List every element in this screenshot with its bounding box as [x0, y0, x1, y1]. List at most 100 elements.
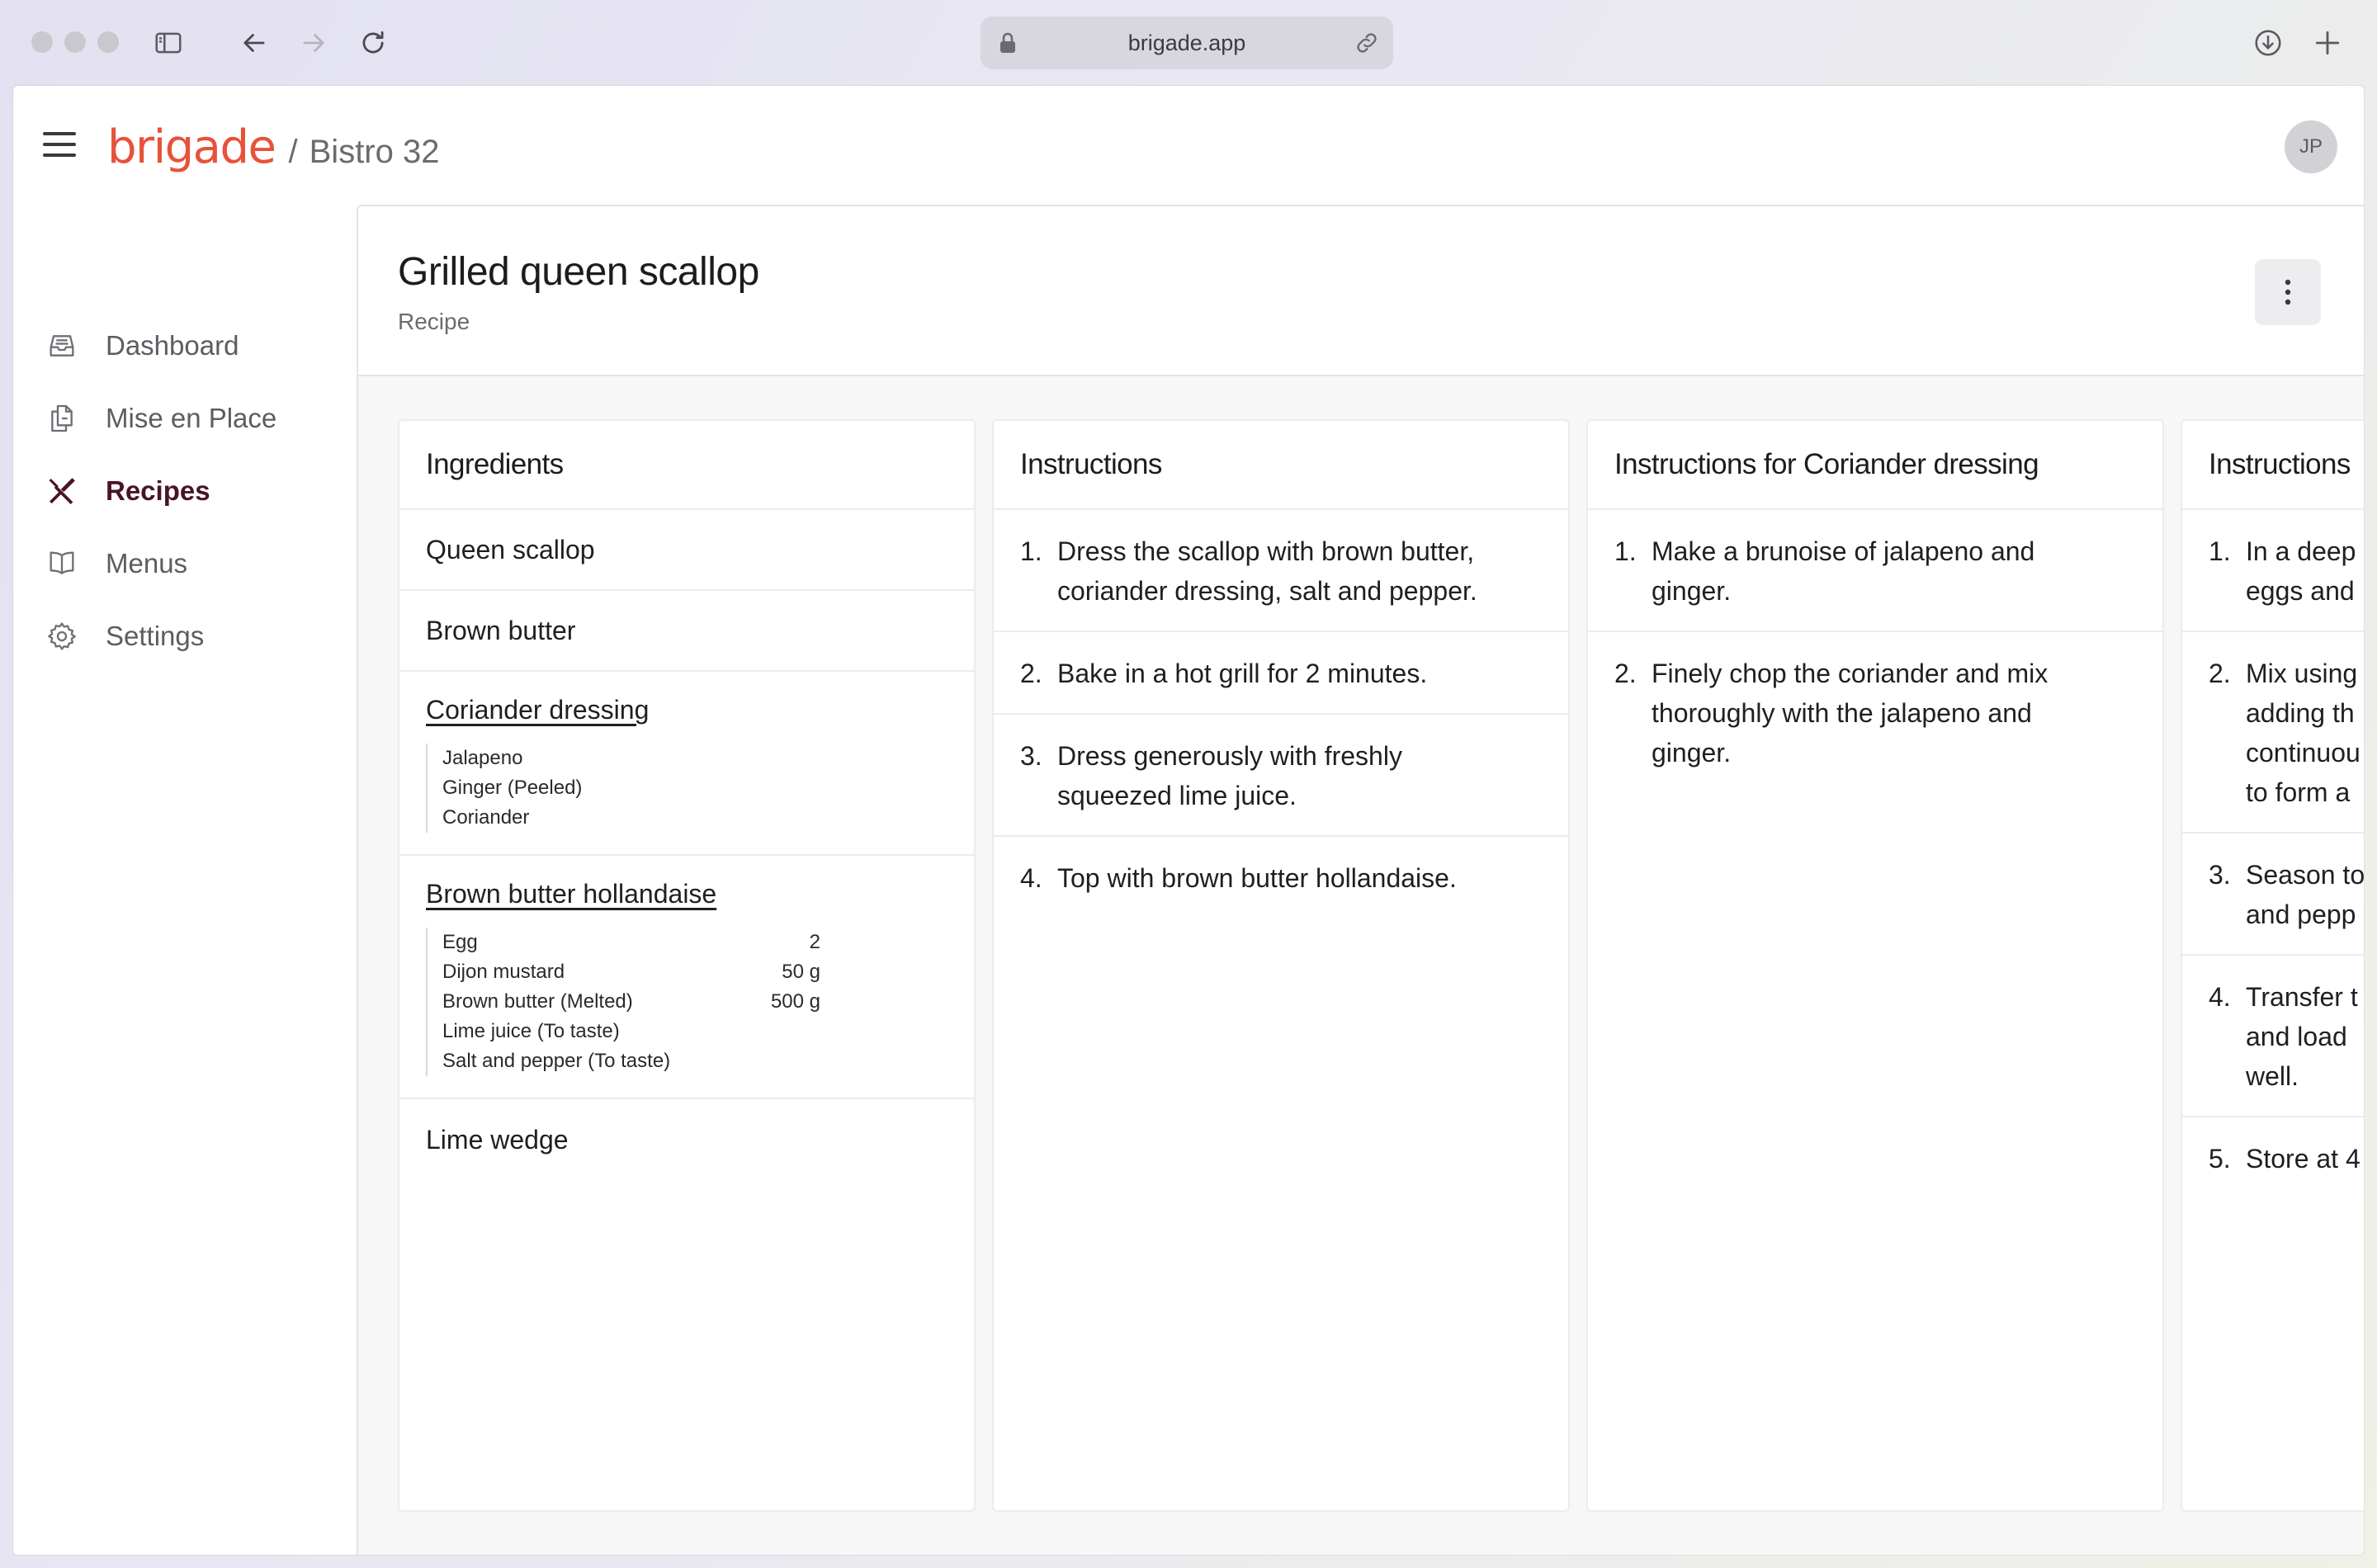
sidebar-item-label: Settings [106, 621, 205, 651]
app-header: brigade / Bistro 32 JP [13, 86, 2364, 205]
app-window: brigade / Bistro 32 JP Dashboard Mise en… [13, 86, 2364, 1555]
step-number: 2. [2209, 659, 2231, 688]
link-icon[interactable] [1354, 30, 1380, 56]
sub-ingredient-name: Coriander [442, 806, 530, 829]
browser-toolbar: brigade.app [0, 0, 2377, 86]
ingredient-name: Brown butter [426, 615, 576, 645]
organization-name[interactable]: Bistro 32 [310, 134, 440, 171]
ingredient-row: Brown butter [399, 591, 974, 672]
card-title: Instructions for Coriander dressing [1588, 421, 2162, 510]
instruction-step: 2. Finely chop the coriander and mix thor… [1588, 632, 2162, 792]
more-options-button[interactable] [2255, 259, 2321, 325]
step-number: 3. [1020, 741, 1042, 771]
step-text: Store at 4 [2246, 1144, 2360, 1174]
step-text: Dress the scallop with brown butter, cori… [1057, 536, 1477, 606]
sidebar-item-menus[interactable]: Menus [45, 539, 342, 588]
sub-ingredient-name: Jalapeno [442, 747, 523, 769]
utensils-icon [45, 474, 79, 508]
sub-ingredient: Ginger (Peeled) [442, 773, 820, 803]
step-number: 5. [2209, 1144, 2231, 1174]
inbox-icon [45, 328, 79, 363]
sub-ingredient-qty: 50 g [782, 961, 820, 983]
menu-icon[interactable] [43, 132, 76, 157]
hollandaise-instructions-card: Instructions 1. In a deep eggs and 2. Mix… [2181, 419, 2364, 1512]
sub-ingredient: Dijon mustard 50 g [442, 957, 820, 987]
step-text: In a deep eggs and [2246, 536, 2356, 606]
sub-ingredient: Lime juice (To taste) [442, 1017, 820, 1046]
sub-ingredient: Egg 2 [442, 928, 820, 957]
sidebar-item-settings[interactable]: Settings [45, 612, 342, 661]
sidebar-item-mise-en-place[interactable]: Mise en Place [45, 394, 342, 443]
minimize-window-button[interactable] [64, 31, 86, 53]
forward-arrow-icon[interactable] [295, 25, 332, 61]
ingredient-row: Queen scallop [399, 510, 974, 591]
ingredients-card: Ingredients Queen scallop Brown butter C… [398, 419, 976, 1512]
step-text: Dress generously with freshly squeezed li… [1057, 741, 1402, 810]
sidebar-item-label: Dashboard [106, 330, 239, 361]
card-title: Ingredients [399, 421, 974, 510]
download-icon[interactable] [2250, 25, 2286, 61]
ingredient-row: Brown butter hollandaise Egg 2 Dijon must… [399, 856, 974, 1099]
reload-icon[interactable] [355, 25, 391, 61]
instructions-card: Instructions 1. Dress the scallop with b… [992, 419, 1570, 1512]
sidebar-item-label: Mise en Place [106, 403, 277, 433]
step-text: Bake in a hot grill for 2 minutes. [1057, 659, 1428, 688]
sidebar-item-dashboard[interactable]: Dashboard [45, 321, 342, 371]
sidebar: Dashboard Mise en Place Recipes Menus Se… [13, 205, 357, 1555]
step-text: Make a brunoise of jalapeno and ginger. [1652, 536, 2035, 606]
instruction-step: 4. Transfer t and load well. [2182, 956, 2364, 1117]
step-text: Finely chop the coriander and mix thoroug… [1652, 659, 2049, 767]
sub-ingredient-name: Brown butter (Melted) [442, 990, 633, 1013]
brand-logo[interactable]: brigade [107, 120, 276, 174]
card-title: Instructions [994, 421, 1568, 510]
ingredient-name: Lime wedge [426, 1124, 569, 1155]
instruction-step: 3. Season to and pepp [2182, 834, 2364, 956]
step-number: 1. [1020, 536, 1042, 566]
close-window-button[interactable] [31, 31, 53, 53]
sidebar-item-label: Menus [106, 548, 188, 579]
sidebar-toggle-icon[interactable] [150, 25, 187, 61]
breadcrumb-separator: / [288, 134, 298, 170]
instruction-step: 3. Dress generously with freshly squeezed… [994, 715, 1568, 837]
zoom-window-button[interactable] [97, 31, 119, 53]
url-text: brigade.app [1127, 30, 1246, 55]
window-controls [31, 31, 119, 53]
ingredient-row: Lime wedge [399, 1099, 974, 1180]
step-text: Transfer t and load well. [2246, 982, 2358, 1091]
sub-recipe-link[interactable]: Brown butter hollandaise [426, 879, 947, 909]
page-subtitle: Recipe [398, 309, 470, 334]
lock-icon [1000, 32, 1015, 53]
new-tab-icon[interactable] [2309, 25, 2346, 61]
step-text: Season to and pepp [2246, 860, 2364, 929]
main-content: Grilled queen scallop Recipe Ingredients… [357, 205, 2364, 1555]
sub-ingredient-name: Ginger (Peeled) [442, 777, 583, 799]
sub-ingredient-name: Lime juice (To taste) [442, 1020, 620, 1042]
sidebar-item-recipes[interactable]: Recipes [45, 466, 342, 516]
back-arrow-icon[interactable] [236, 25, 272, 61]
sub-ingredient-qty: 500 g [770, 990, 820, 1013]
sub-ingredient-name: Egg [442, 931, 478, 953]
step-text: Mix using adding th continuou to form a [2246, 659, 2360, 807]
sub-recipe-link[interactable]: Coriander dressing [426, 695, 947, 725]
documents-icon [45, 401, 79, 436]
sub-ingredient: Salt and pepper (To taste) [442, 1046, 820, 1076]
instruction-step: 1. Dress the scallop with brown butter, c… [994, 510, 1568, 632]
step-text: Top with brown butter hollandaise. [1057, 863, 1457, 893]
instruction-step: 1. In a deep eggs and [2182, 510, 2364, 632]
card-title: Instructions [2182, 421, 2364, 510]
page-title: Grilled queen scallop [398, 250, 759, 294]
book-icon [45, 546, 79, 581]
sub-ingredient: Jalapeno [442, 744, 820, 773]
address-bar[interactable]: brigade.app [981, 17, 1393, 69]
avatar[interactable]: JP [2285, 120, 2337, 173]
ingredient-row: Coriander dressing Jalapeno Ginger (Peel… [399, 672, 974, 856]
sub-ingredient-name: Salt and pepper (To taste) [442, 1050, 671, 1072]
sub-ingredient-qty: 2 [809, 931, 820, 953]
step-number: 1. [1614, 536, 1637, 566]
breadcrumb: brigade / Bistro 32 [107, 120, 439, 174]
ingredient-name: Queen scallop [426, 534, 595, 564]
page-header: Grilled queen scallop Recipe [358, 206, 2364, 376]
instruction-step: 2. Mix using adding th continuou to form a [2182, 632, 2364, 834]
instruction-step: 2. Bake in a hot grill for 2 minutes. [994, 632, 1568, 715]
instruction-step: 5. Store at 4 [2182, 1117, 2364, 1198]
